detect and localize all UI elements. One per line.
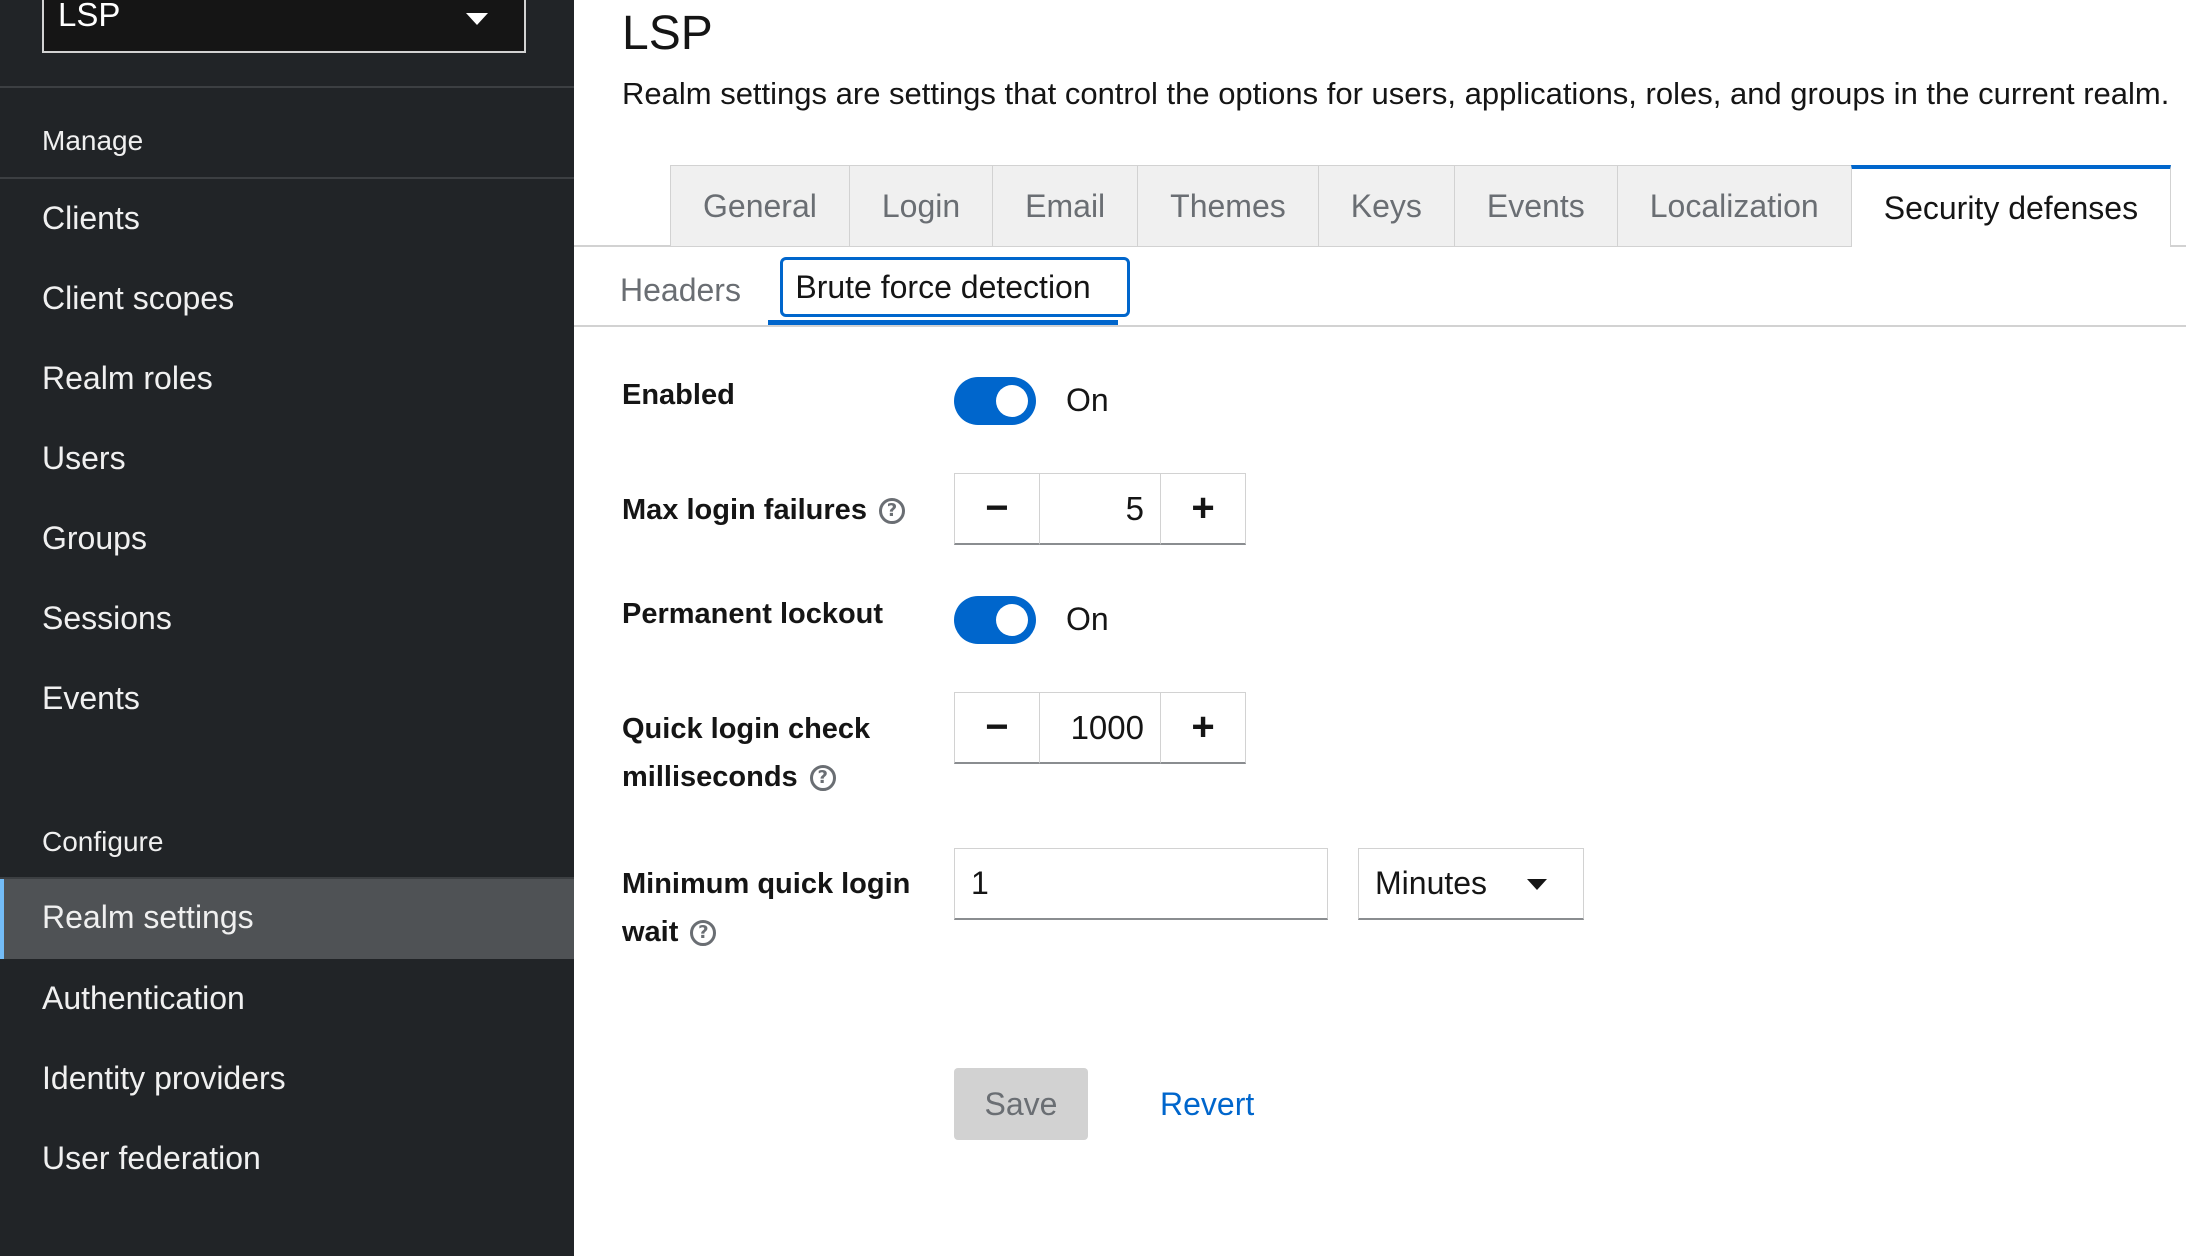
sidebar-item-sessions[interactable]: Sessions <box>0 580 574 660</box>
page-title: LSP <box>622 7 713 60</box>
decrement-button[interactable]: − <box>954 692 1040 764</box>
min-quick-login-wait-label-line1: Minimum quick login <box>622 868 911 900</box>
sidebar-item-authentication[interactable]: Authentication <box>0 960 574 1040</box>
max-login-failures-label-text: Max login failures <box>622 494 867 526</box>
min-quick-login-wait-label: Minimum quick login wait? <box>622 860 910 956</box>
sidebar-item-events[interactable]: Events <box>0 660 574 740</box>
caret-down-icon <box>466 13 488 25</box>
sidebar-section-manage: Manage <box>42 125 144 156</box>
subtab-headers[interactable]: Headers <box>606 255 755 325</box>
sidebar-section-configure: Configure <box>42 826 164 857</box>
quick-login-check-input[interactable]: 1000 <box>1040 692 1160 764</box>
tab-keys[interactable]: Keys <box>1317 165 1454 247</box>
sidebar-item-realm-settings[interactable]: Realm settings <box>0 879 574 959</box>
main-content: LSP Realm settings are settings that con… <box>574 0 2186 1256</box>
tab-login[interactable]: Login <box>848 165 993 247</box>
sidebar-item-label: Realm settings <box>42 899 254 935</box>
quick-login-check-stepper: − 1000 + <box>954 692 1246 764</box>
realm-settings-tabs: General Login Email Themes Keys Events L… <box>670 165 2172 247</box>
permanent-lockout-toggle[interactable] <box>954 596 1036 644</box>
sidebar-item-label: Clients <box>42 200 140 236</box>
sidebar-item-label: Events <box>42 680 140 716</box>
permanent-lockout-toggle-state: On <box>1066 601 1109 637</box>
sidebar-item-label: User federation <box>42 1140 261 1176</box>
sidebar-item-realm-roles[interactable]: Realm roles <box>0 340 574 420</box>
tab-events[interactable]: Events <box>1453 165 1617 247</box>
security-defenses-subtabs: Headers Brute force detection <box>574 255 2186 327</box>
sidebar-item-label: Realm roles <box>42 360 213 396</box>
toggle-knob <box>996 604 1028 636</box>
realm-selector-label: LSP <box>58 0 121 33</box>
sidebar: LSP Manage Clients Client scopes Realm r… <box>0 0 574 1256</box>
tab-general[interactable]: General <box>670 165 849 247</box>
enabled-label: Enabled <box>622 379 735 411</box>
page-description: Realm settings are settings that control… <box>622 76 2170 111</box>
sidebar-item-user-federation[interactable]: User federation <box>0 1120 574 1200</box>
decrement-button[interactable]: − <box>954 473 1040 545</box>
sidebar-item-label: Client scopes <box>42 280 235 316</box>
quick-login-check-label-line1: Quick login check <box>622 713 871 745</box>
increment-button[interactable]: + <box>1160 692 1246 764</box>
sidebar-item-label: Groups <box>42 520 147 556</box>
quick-login-check-label: Quick login check milliseconds? <box>622 705 870 801</box>
sidebar-item-client-scopes[interactable]: Client scopes <box>0 260 574 340</box>
revert-button[interactable]: Revert <box>1152 1068 1262 1140</box>
help-icon[interactable]: ? <box>878 498 905 525</box>
sidebar-item-label: Authentication <box>42 980 245 1016</box>
enabled-toggle-state: On <box>1066 382 1109 418</box>
sidebar-item-label: Users <box>42 440 126 476</box>
max-login-failures-label: Max login failures? <box>622 486 905 534</box>
sidebar-item-label: Identity providers <box>42 1060 286 1096</box>
quick-login-check-label-line2: milliseconds <box>622 761 798 793</box>
help-icon[interactable]: ? <box>690 920 717 947</box>
min-quick-login-wait-input[interactable]: 1 <box>954 848 1328 920</box>
tab-themes[interactable]: Themes <box>1137 165 1318 247</box>
max-login-failures-stepper: − 5 + <box>954 473 1246 545</box>
sidebar-divider <box>0 86 574 88</box>
sidebar-item-label: Sessions <box>42 600 172 636</box>
tab-email[interactable]: Email <box>992 165 1138 247</box>
save-button[interactable]: Save <box>954 1068 1088 1140</box>
caret-down-icon <box>1527 879 1547 890</box>
subtab-label: Brute force detection <box>795 269 1091 305</box>
min-quick-login-wait-unit-select[interactable]: Minutes <box>1358 848 1584 920</box>
tab-localization[interactable]: Localization <box>1616 165 1851 247</box>
toggle-knob <box>996 385 1028 417</box>
sidebar-item-clients[interactable]: Clients <box>0 180 574 260</box>
enabled-toggle[interactable] <box>954 377 1036 425</box>
sidebar-divider <box>0 177 574 179</box>
sidebar-item-identity-providers[interactable]: Identity providers <box>0 1040 574 1120</box>
subtab-brute-force-detection[interactable]: Brute force detection <box>768 255 1130 325</box>
sidebar-item-groups[interactable]: Groups <box>0 500 574 580</box>
max-login-failures-input[interactable]: 5 <box>1040 473 1160 545</box>
increment-button[interactable]: + <box>1160 473 1246 545</box>
permanent-lockout-label: Permanent lockout <box>622 598 884 630</box>
tab-security-defenses[interactable]: Security defenses <box>1850 165 2172 247</box>
help-icon[interactable]: ? <box>809 765 836 792</box>
unit-select-value: Minutes <box>1375 865 1488 901</box>
realm-selector[interactable]: LSP <box>42 0 526 53</box>
min-quick-login-wait-label-line2: wait <box>622 916 679 948</box>
sidebar-item-users[interactable]: Users <box>0 420 574 500</box>
